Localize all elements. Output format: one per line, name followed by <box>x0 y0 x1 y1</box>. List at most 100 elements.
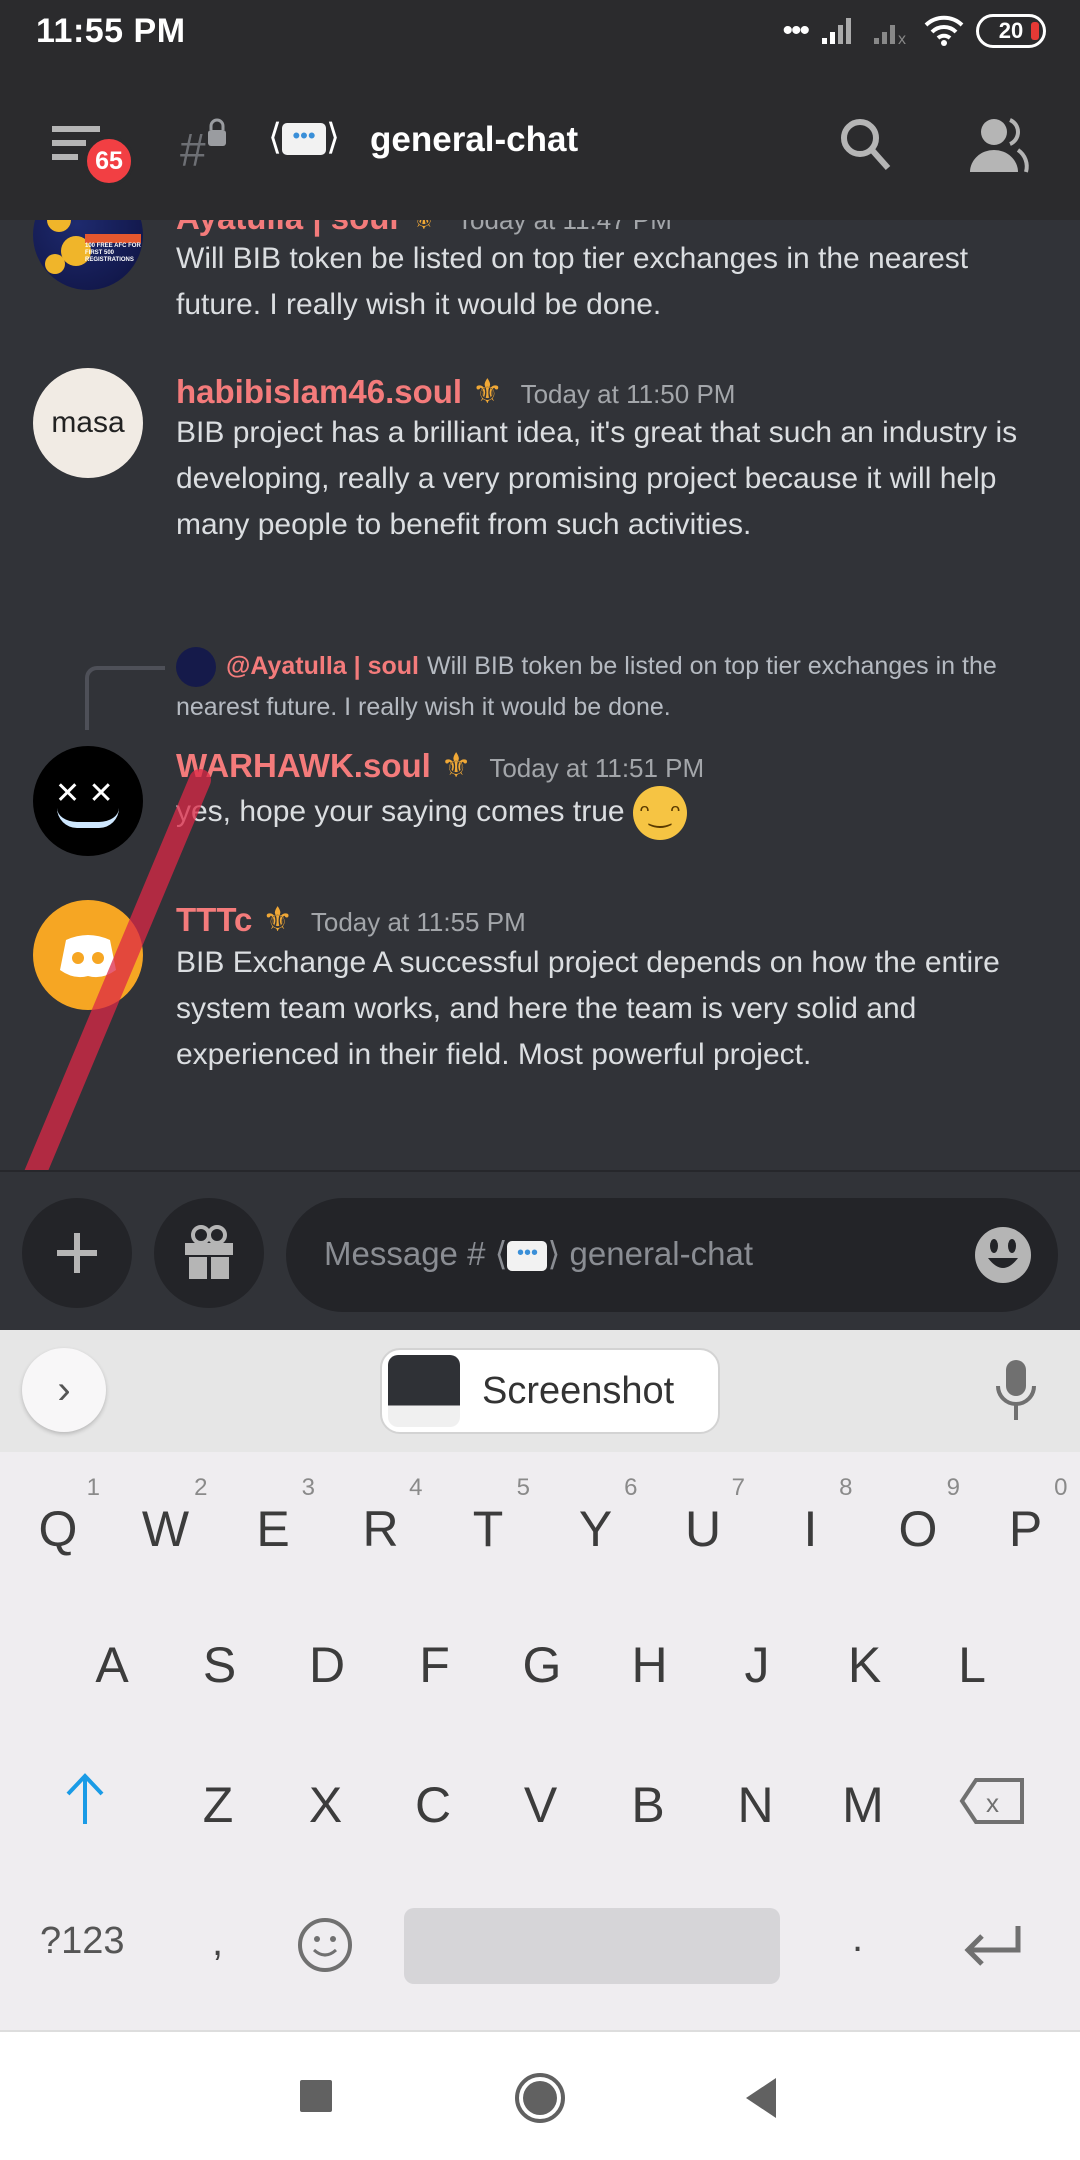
message-header: habibislam46.soul ⚜ Today at 11:50 PM <box>176 372 735 412</box>
emoji-picker-icon[interactable] <box>974 1226 1032 1284</box>
add-attachment-button[interactable] <box>22 1198 132 1308</box>
avatar-text: masa <box>51 406 125 439</box>
key-o[interactable]: O9 <box>868 1474 968 1558</box>
key-m[interactable]: M <box>813 1776 913 1834</box>
key-i[interactable]: I8 <box>761 1474 861 1558</box>
gift-button[interactable] <box>154 1198 264 1308</box>
key-number-hint: 9 <box>946 1474 960 1501</box>
emoji-key[interactable] <box>296 1916 354 1974</box>
backspace-key[interactable]: x <box>958 1776 1028 1826</box>
key-label: D <box>308 1637 346 1693</box>
key-s[interactable]: S <box>170 1636 270 1694</box>
key-number-hint: 5 <box>516 1474 530 1501</box>
key-label: C <box>414 1777 452 1833</box>
channel-title[interactable]: general-chat <box>370 120 578 160</box>
key-w[interactable]: W2 <box>116 1474 216 1558</box>
timestamp: Today at 11:50 PM <box>520 379 736 409</box>
recents-button[interactable] <box>300 2080 332 2112</box>
key-label: J <box>744 1637 770 1693</box>
key-label: U <box>684 1501 722 1557</box>
reply-connector <box>85 666 165 730</box>
key-c[interactable]: C <box>383 1776 483 1834</box>
key-label: X <box>308 1777 343 1833</box>
key-l[interactable]: L <box>922 1636 1022 1694</box>
key-number-hint: 3 <box>301 1474 315 1501</box>
enter-key[interactable] <box>962 1920 1026 1970</box>
key-a[interactable]: A <box>62 1636 162 1694</box>
key-label: R <box>362 1501 399 1557</box>
key-u[interactable]: U7 <box>653 1474 753 1558</box>
key-label: E <box>256 1501 290 1557</box>
svg-text:x: x <box>986 1788 999 1818</box>
message-input[interactable]: Message # ⟨ ••• ⟩ general-chat <box>286 1198 1058 1312</box>
key-label: O <box>898 1501 938 1557</box>
avatar-ayatulla[interactable]: 100 FREE AFC FOR FIRST 500 REGISTRATIONS <box>33 220 143 290</box>
back-button[interactable] <box>742 2076 778 2120</box>
locked-channel-icon: # <box>180 118 226 174</box>
unread-badge: 65 <box>84 136 134 186</box>
shift-key[interactable] <box>60 1770 110 1830</box>
reply-author[interactable]: @Ayatulla | soul <box>226 652 419 680</box>
timestamp: Today at 11:47 PM <box>457 220 672 235</box>
reply-preview[interactable]: @Ayatulla | soul Will BIB token be listed… <box>176 646 1036 727</box>
key-r[interactable]: R4 <box>331 1474 431 1558</box>
message-placeholder: Message # ⟨ ••• ⟩ general-chat <box>324 1235 753 1272</box>
timestamp: Today at 11:51 PM <box>489 753 705 783</box>
key-x[interactable]: X <box>276 1776 376 1834</box>
key-label: W <box>141 1501 190 1557</box>
key-label: Q <box>38 1501 78 1557</box>
key-label: Z <box>202 1777 234 1833</box>
username[interactable]: Ayatulla | soul <box>176 220 399 237</box>
touch-trace-overlay <box>24 769 211 1170</box>
signal-no-service-icon: x <box>874 25 906 46</box>
key-z[interactable]: Z <box>168 1776 268 1834</box>
key-label: H <box>631 1637 668 1693</box>
key-y[interactable]: Y6 <box>546 1474 646 1558</box>
status-time: 11:55 PM <box>36 12 186 50</box>
key-v[interactable]: V <box>491 1776 591 1834</box>
key-number-hint: 2 <box>194 1474 208 1501</box>
screenshot-thumbnail <box>388 1355 460 1427</box>
key-d[interactable]: D <box>277 1636 377 1694</box>
key-e[interactable]: E3 <box>223 1474 323 1558</box>
key-number-hint: 0 <box>1054 1474 1068 1501</box>
timestamp: Today at 11:55 PM <box>310 907 526 937</box>
key-label: Y <box>578 1501 613 1557</box>
screenshot-suggestion-chip[interactable]: Screenshot <box>380 1348 720 1434</box>
key-t[interactable]: T5 <box>438 1474 538 1558</box>
battery-indicator: 20 <box>976 14 1046 48</box>
period-key[interactable]: . <box>852 1916 863 1961</box>
key-label: F <box>419 1637 450 1693</box>
key-f[interactable]: F <box>385 1636 485 1694</box>
signal-icon <box>822 18 851 44</box>
key-p[interactable]: P0 <box>976 1474 1076 1558</box>
chevron-right-icon: › <box>57 1367 71 1412</box>
message-list[interactable]: 100 FREE AFC FOR FIRST 500 REGISTRATIONS… <box>0 220 1080 1170</box>
key-number-hint: 6 <box>624 1474 638 1501</box>
search-icon[interactable] <box>838 116 894 176</box>
message-header: WARHAWK.soul ⚜ Today at 11:51 PM <box>176 746 704 786</box>
key-j[interactable]: J <box>707 1636 807 1694</box>
home-button[interactable] <box>514 2072 566 2124</box>
key-g[interactable]: G <box>492 1636 592 1694</box>
expand-toolbar-button[interactable]: › <box>22 1348 106 1432</box>
message-text: BIB Exchange A successful project depend… <box>176 946 1000 1071</box>
username[interactable]: habibislam46.soul <box>176 373 462 411</box>
key-b[interactable]: B <box>598 1776 698 1834</box>
battery-level: 20 <box>998 18 1024 43</box>
key-label: G <box>522 1637 562 1693</box>
comma-key[interactable]: , <box>212 1920 223 1965</box>
key-h[interactable]: H <box>600 1636 700 1694</box>
avatar-habibislam[interactable]: masa <box>33 368 143 478</box>
microphone-icon[interactable] <box>994 1358 1038 1422</box>
key-k[interactable]: K <box>815 1636 915 1694</box>
key-q[interactable]: Q1 <box>8 1474 108 1558</box>
message-text: Will BIB token be listed on top tier exc… <box>176 242 969 321</box>
key-label: T <box>472 1501 504 1557</box>
grinning-emoji-icon: ᵔ‿ᵔ <box>632 786 687 840</box>
fleur-de-lis-icon: ⚜ <box>440 747 472 785</box>
symbols-key[interactable]: ?123 <box>40 1920 125 1963</box>
space-bar[interactable] <box>404 1908 780 1984</box>
members-icon[interactable] <box>966 116 1030 176</box>
key-n[interactable]: N <box>706 1776 806 1834</box>
